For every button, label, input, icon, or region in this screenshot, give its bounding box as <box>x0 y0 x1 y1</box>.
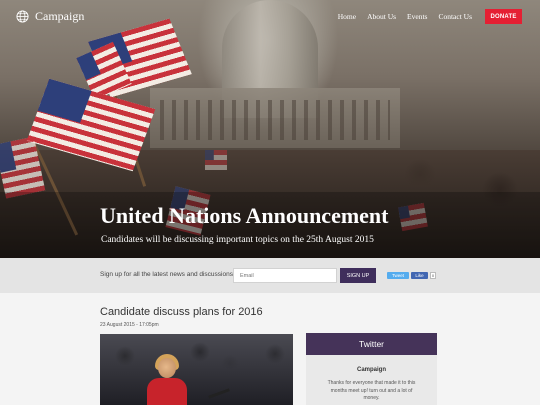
email-input[interactable] <box>233 268 337 283</box>
like-count: 0 <box>430 272 436 279</box>
flag <box>0 136 46 199</box>
tweet-label: Tweet <box>391 273 404 278</box>
post-date: 23 August 2015 - 17:05pm <box>100 322 159 328</box>
donate-button[interactable]: DONATE <box>485 9 522 24</box>
candidate-body <box>147 378 187 405</box>
tweet-author[interactable]: Campaign <box>306 367 437 373</box>
microphone <box>208 388 230 399</box>
signup-button[interactable]: SIGN UP <box>340 268 376 283</box>
tweet-button[interactable]: Tweet <box>387 272 409 279</box>
signup-text: Sign up for all the latest news and disc… <box>100 271 235 278</box>
nav-home[interactable]: Home <box>338 12 356 21</box>
brand[interactable]: Campaign <box>16 9 84 24</box>
twitter-widget: Twitter Campaign Thanks for everyone tha… <box>306 333 437 405</box>
nav-contact-us[interactable]: Contact Us <box>438 12 472 21</box>
hero-subtitle: Candidates will be discussing important … <box>101 235 374 245</box>
candidate-head <box>158 358 176 378</box>
like-label: Like <box>415 273 424 278</box>
capitol-columns <box>160 100 390 140</box>
flag <box>205 150 227 170</box>
nav-events[interactable]: Events <box>407 12 427 21</box>
hero-title: United Nations Announcement <box>100 203 389 228</box>
main-nav: Home About Us Events Contact Us DONATE <box>338 9 522 24</box>
globe-icon <box>16 10 29 23</box>
post-image[interactable] <box>100 334 293 405</box>
tweet-text: Thanks for everyone that made it to this… <box>327 380 416 401</box>
signup-bar: Sign up for all the latest news and disc… <box>0 258 540 293</box>
brand-name: Campaign <box>35 9 85 23</box>
post-title[interactable]: Candidate discuss plans for 2016 <box>100 306 263 318</box>
like-button[interactable]: Like <box>411 272 428 279</box>
nav-about-us[interactable]: About Us <box>367 12 396 21</box>
twitter-widget-heading: Twitter <box>306 333 437 355</box>
